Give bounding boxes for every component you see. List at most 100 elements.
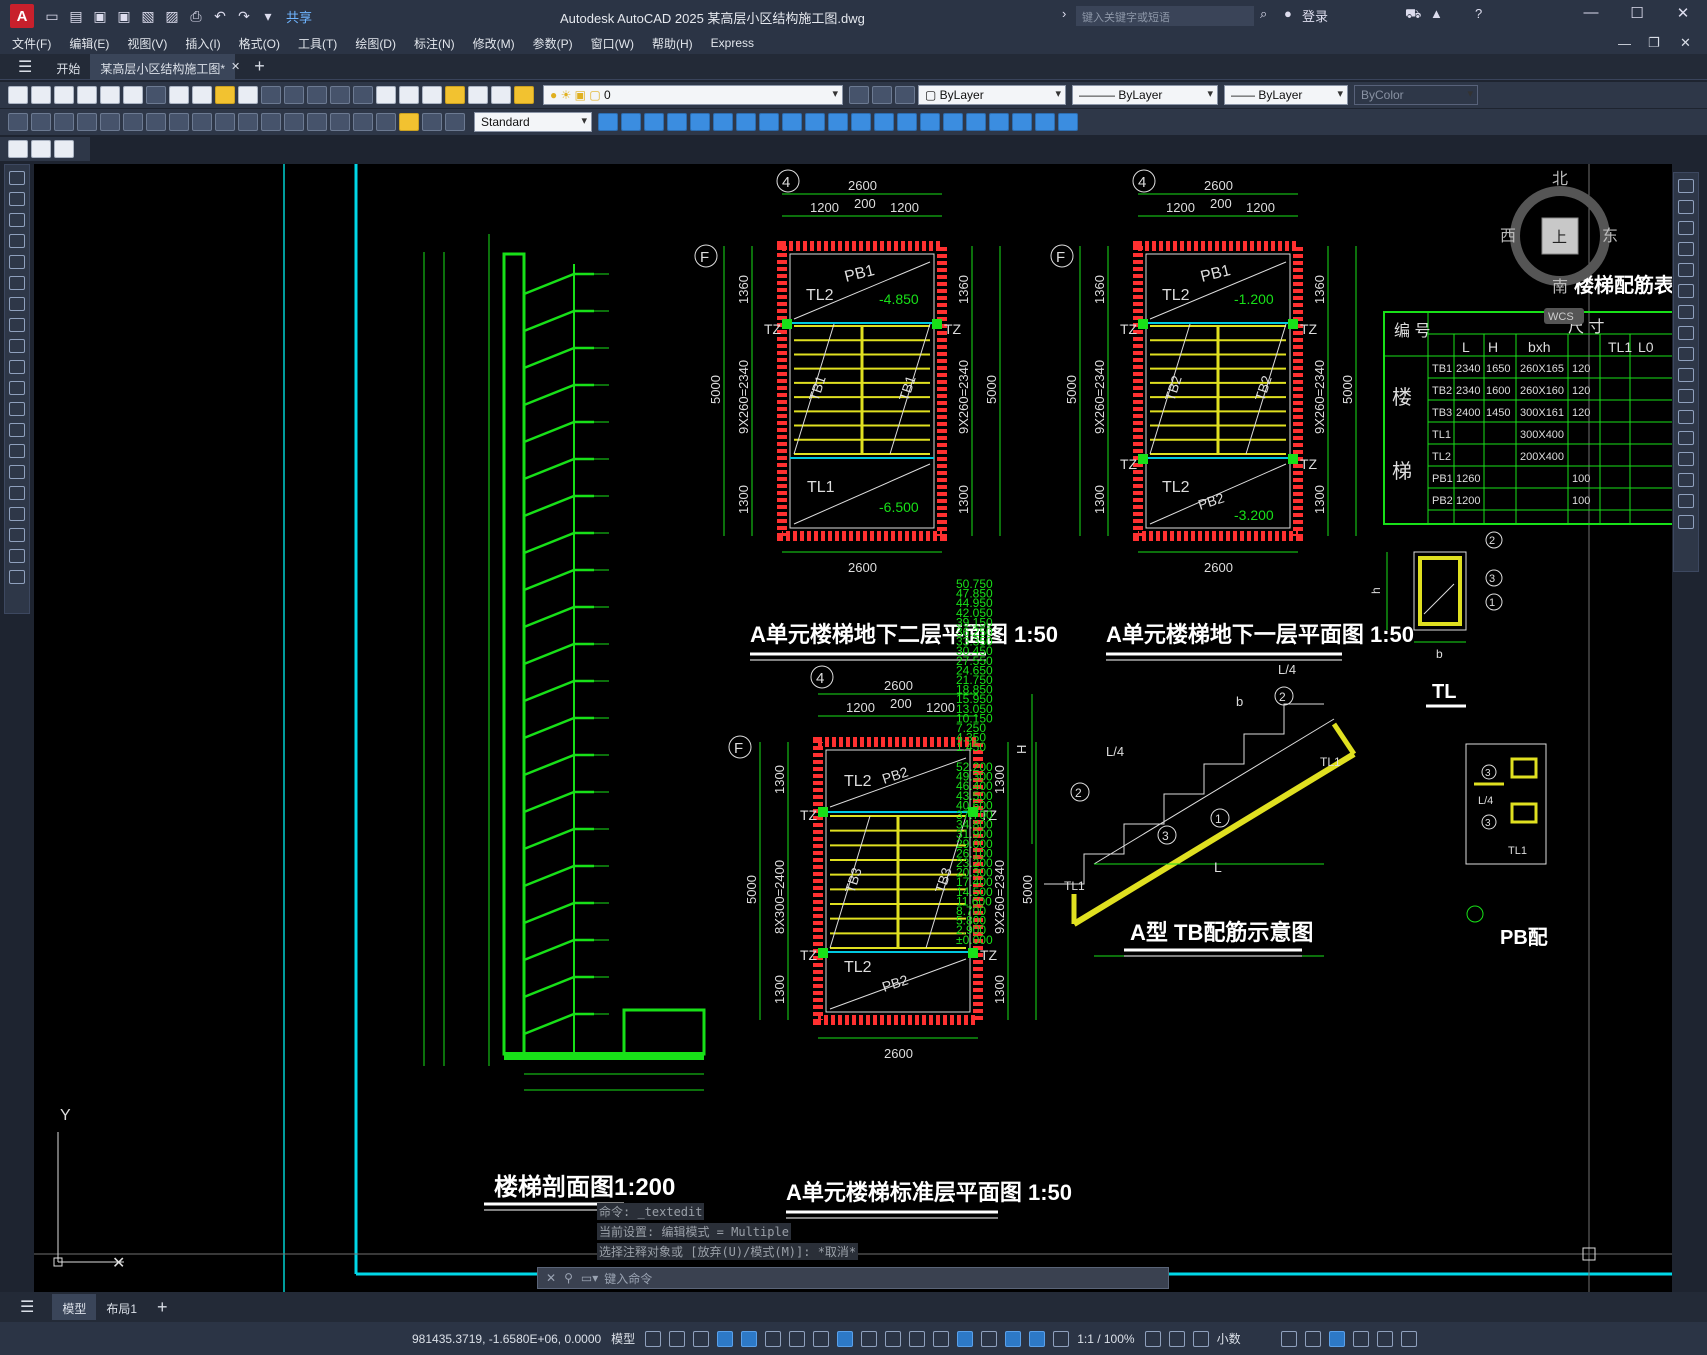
autoscale-icon[interactable] — [1053, 1330, 1070, 1347]
3d-osnap-icon[interactable] — [933, 1330, 950, 1347]
close-icon[interactable]: ✕ — [1668, 4, 1698, 22]
drawing-canvas[interactable]: Y ✕ 楼梯剖面图1:200 TL2 PB1 -4.850 TL1 -6.500… — [34, 164, 1672, 1292]
tool-undo-icon[interactable] — [261, 86, 281, 104]
transparency-icon[interactable] — [885, 1330, 902, 1347]
ellipse-icon[interactable] — [9, 360, 25, 374]
tool-layer-current-icon[interactable] — [849, 86, 869, 104]
workspace-gear-icon[interactable] — [1144, 1330, 1161, 1347]
scale-icon[interactable] — [759, 113, 779, 131]
open-icon[interactable]: ▤ — [67, 7, 85, 25]
r-rotate-icon[interactable] — [1678, 305, 1694, 319]
dim-update-icon[interactable] — [445, 113, 465, 131]
minimize-icon[interactable]: — — [1576, 4, 1606, 21]
hatch-toback-icon[interactable] — [1058, 113, 1078, 131]
tool-layer-prev-icon[interactable] — [872, 86, 892, 104]
customize-status-icon[interactable] — [1400, 1330, 1417, 1347]
command-input[interactable]: 键入命令 — [604, 1270, 652, 1287]
tool-calc-icon[interactable] — [468, 86, 488, 104]
circle-icon[interactable] — [9, 297, 25, 311]
selection-filter-icon[interactable] — [981, 1330, 998, 1347]
dim-angular-icon[interactable] — [169, 113, 189, 131]
tab-model[interactable]: 模型 — [52, 1294, 97, 1320]
isolate-objects-icon[interactable] — [1328, 1330, 1345, 1347]
tool-publish-icon[interactable] — [123, 86, 143, 104]
dim-arc-icon[interactable] — [54, 113, 74, 131]
login-button[interactable]: 登录 — [1302, 6, 1328, 25]
tolerance-icon[interactable] — [307, 113, 327, 131]
plotstyle-combo[interactable]: ByColor — [1354, 85, 1478, 105]
construction-line-icon[interactable] — [9, 192, 25, 206]
customize-qat-icon[interactable]: ▾ — [259, 7, 277, 25]
group-icon[interactable] — [966, 113, 986, 131]
undo-icon[interactable]: ↶ — [211, 7, 229, 25]
grid-icon[interactable] — [645, 1330, 662, 1347]
menu-parametric[interactable]: 参数(P) — [533, 35, 573, 52]
polygon-icon[interactable] — [9, 234, 25, 248]
explode-icon[interactable] — [943, 113, 963, 131]
fillet-icon[interactable] — [920, 113, 940, 131]
tool-plot-icon[interactable] — [77, 86, 97, 104]
r-copy-icon[interactable] — [1678, 200, 1694, 214]
r-erase-icon[interactable] — [1678, 179, 1694, 193]
tab-layout1[interactable]: 布局1 — [96, 1294, 147, 1320]
offset-icon[interactable] — [667, 113, 687, 131]
menu-window[interactable]: 窗口(W) — [591, 35, 634, 52]
inspect-icon[interactable] — [353, 113, 373, 131]
linetype-combo[interactable]: ——— ByLayer — [1072, 85, 1218, 105]
dim-radius-icon[interactable] — [100, 113, 120, 131]
web-open-icon[interactable]: ▧ — [139, 7, 157, 25]
tool-properties-icon[interactable] — [376, 86, 396, 104]
doc-restore-icon[interactable]: ❐ — [1648, 35, 1660, 51]
doc-minimize-icon[interactable]: — — [1618, 36, 1631, 51]
tab-start[interactable]: 开始 — [46, 54, 90, 80]
units-icon[interactable] — [1192, 1330, 1209, 1347]
menu-modify[interactable]: 修改(M) — [473, 35, 515, 52]
r-blend-icon[interactable] — [1678, 494, 1694, 508]
r-stretch-icon[interactable] — [1678, 347, 1694, 361]
dim-space-icon[interactable] — [261, 113, 281, 131]
rectangle-icon[interactable] — [9, 255, 25, 269]
lineweight-icon[interactable] — [861, 1330, 878, 1347]
menu-insert[interactable]: 插入(I) — [185, 35, 220, 52]
r-fillet-icon[interactable] — [1678, 473, 1694, 487]
lock-ui-icon[interactable] — [1304, 1330, 1321, 1347]
annotation-monitor-icon[interactable] — [1168, 1330, 1185, 1347]
menu-draw[interactable]: 绘图(D) — [355, 35, 396, 52]
mtext-icon[interactable] — [9, 549, 25, 563]
maximize-icon[interactable]: ☐ — [1622, 4, 1652, 22]
insert-block-icon[interactable] — [9, 402, 25, 416]
ungroup-icon[interactable] — [989, 113, 1009, 131]
jogged-linear-icon[interactable] — [376, 113, 396, 131]
r-mirror-icon[interactable] — [1678, 221, 1694, 235]
clean-screen-icon[interactable] — [1376, 1330, 1393, 1347]
tool-copy-icon[interactable] — [169, 86, 189, 104]
dynamic-ucs-icon[interactable] — [957, 1330, 974, 1347]
tool-sheetset-icon[interactable] — [445, 86, 465, 104]
dim-baseline-icon[interactable] — [215, 113, 235, 131]
menu-format[interactable]: 格式(O) — [239, 35, 280, 52]
menu-view[interactable]: 视图(V) — [127, 35, 167, 52]
menu-express[interactable]: Express — [711, 36, 754, 50]
units-dropdown[interactable]: 小数 — [1217, 1330, 1241, 1347]
layout-menu-icon[interactable]: ☰ — [20, 1297, 34, 1317]
polar-icon[interactable] — [765, 1330, 782, 1347]
extend-icon[interactable] — [828, 113, 848, 131]
ellipse-arc-icon[interactable] — [9, 381, 25, 395]
r-break-icon[interactable] — [1678, 410, 1694, 424]
chevron-right-icon[interactable]: › — [1062, 6, 1066, 21]
tool-extra3-icon[interactable] — [54, 140, 74, 158]
r-trim-icon[interactable] — [1678, 368, 1694, 382]
copy-object-icon[interactable] — [621, 113, 641, 131]
r-explode-icon[interactable] — [1678, 515, 1694, 529]
search-icon[interactable]: ⌕ — [1260, 6, 1267, 22]
make-block-icon[interactable] — [9, 423, 25, 437]
plot-icon[interactable]: ⎙ — [187, 7, 205, 25]
dim-ordinate-icon[interactable] — [77, 113, 97, 131]
tool-cut-icon[interactable] — [146, 86, 166, 104]
tool-help-icon[interactable] — [491, 86, 511, 104]
r-array-icon[interactable] — [1678, 263, 1694, 277]
menu-edit[interactable]: 编辑(E) — [69, 35, 109, 52]
dim-quick-icon[interactable] — [192, 113, 212, 131]
trim-icon[interactable] — [805, 113, 825, 131]
redo-icon[interactable]: ↷ — [235, 7, 253, 25]
